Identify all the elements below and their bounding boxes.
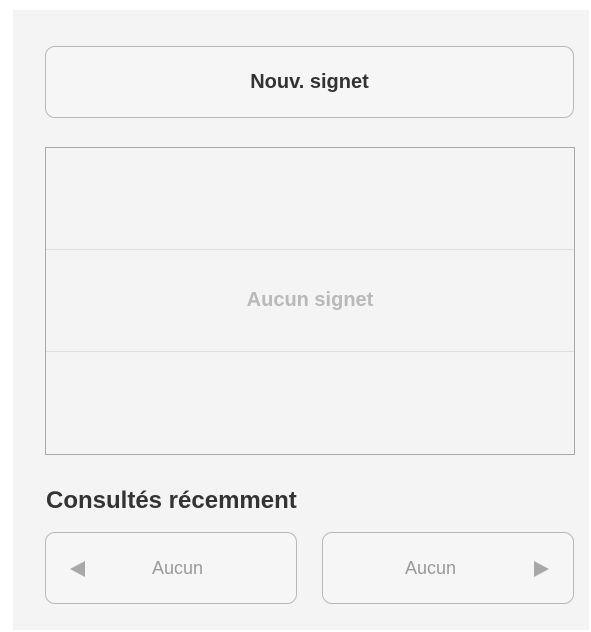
previous-recent-label: Aucun [152,557,204,578]
previous-recent-button[interactable]: Aucun [45,532,297,604]
next-recent-button[interactable]: Aucun [322,532,574,604]
next-recent-label: Aucun [405,557,457,578]
right-triangle-icon [534,561,549,577]
empty-bookmarks-label: Aucun signet [246,289,374,311]
bookmark-list: Aucun signet [45,147,575,455]
list-row-empty [46,148,574,250]
list-row-empty-message: Aucun signet [46,250,574,352]
new-bookmark-label: Nouv. signet [250,70,369,93]
recently-viewed-heading: Consultés récemment [46,487,297,514]
left-triangle-icon [70,561,85,577]
list-row-empty [46,352,574,454]
new-bookmark-button[interactable]: Nouv. signet [45,46,574,118]
